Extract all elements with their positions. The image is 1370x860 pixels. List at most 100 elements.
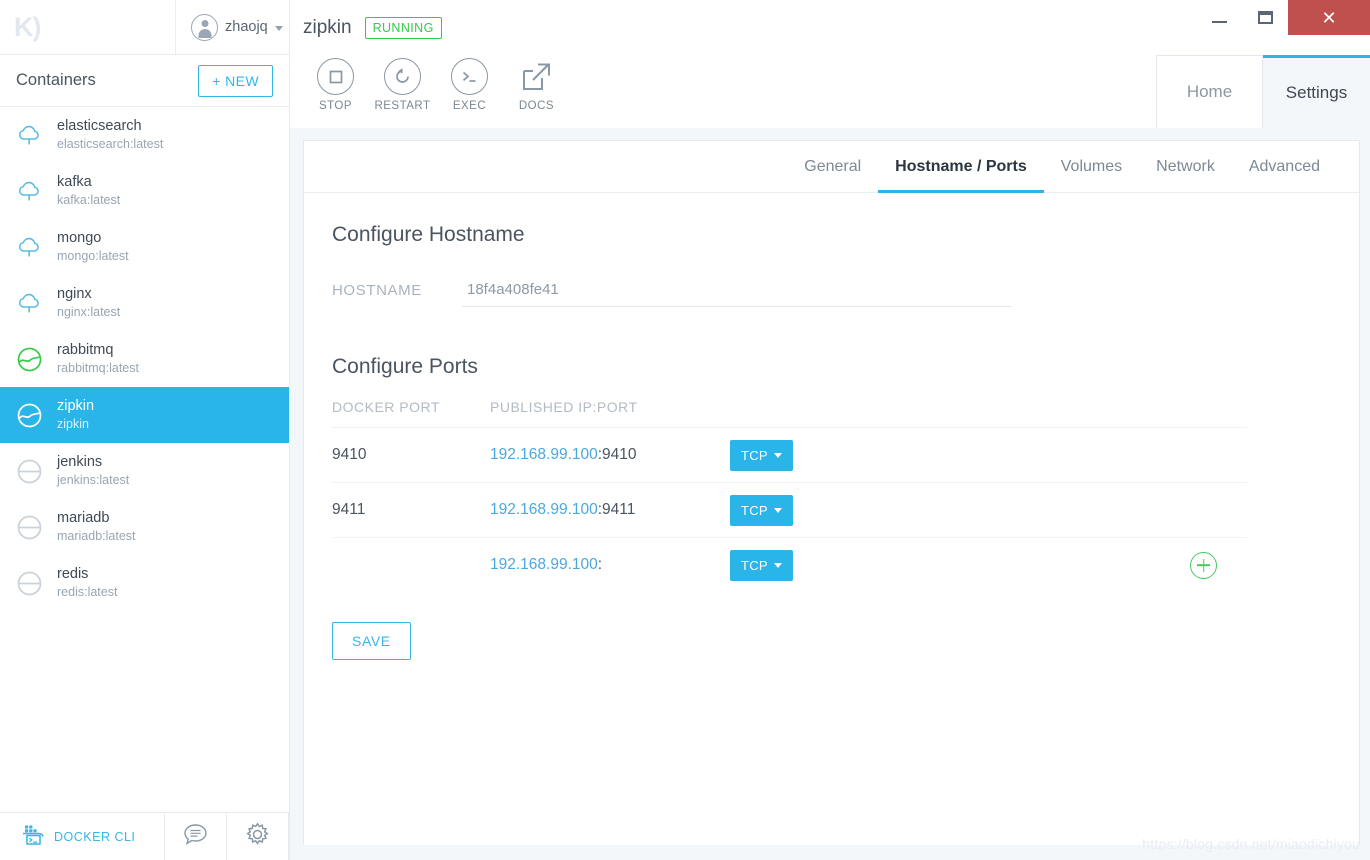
published-ip-port[interactable]: 192.168.99.100:: [490, 556, 730, 574]
cloud-download-icon: [15, 177, 44, 206]
container-item-redis[interactable]: redis redis:latest: [0, 555, 289, 611]
exec-label: EXEC: [452, 100, 487, 112]
settings-panel: General Hostname / Ports Volumes Network Adv…: [303, 140, 1360, 845]
container-running-icon: [15, 345, 44, 374]
container-name: rabbitmq: [57, 342, 114, 359]
minimize-button[interactable]: [1196, 0, 1242, 35]
docs-label: DOCS: [518, 100, 555, 112]
subtab-volumes[interactable]: Volumes: [1044, 141, 1139, 192]
published-ip-port[interactable]: 192.168.99.100:9411: [490, 501, 730, 519]
gear-icon: [245, 821, 270, 852]
protocol-label: TCP: [741, 447, 768, 463]
restart-arrow-icon: [384, 58, 421, 95]
restart-label: RESTART: [374, 100, 431, 112]
containers-header: Containers + NEW: [0, 55, 289, 107]
settings-subtabs: General Hostname / Ports Volumes Network Adv…: [304, 141, 1359, 193]
new-container-button[interactable]: + NEW: [198, 64, 273, 97]
protocol-dropdown[interactable]: TCP: [730, 494, 793, 526]
container-list: elasticsearch elasticsearch:latest kafka ka…: [0, 107, 289, 812]
cloud-download-icon: [15, 121, 44, 150]
published-ip: 192.168.99.100: [490, 556, 598, 573]
restart-button[interactable]: RESTART: [369, 55, 436, 112]
kitematic-window: K) zhaojq Containers + NEW elasticsearch…: [0, 0, 1370, 860]
cloud-download-icon: [15, 289, 44, 318]
container-image: redis:latest: [57, 585, 118, 600]
chevron-down-icon: [773, 562, 782, 568]
sidebar-header: K) zhaojq: [0, 0, 289, 55]
container-name: redis: [57, 566, 89, 583]
container-item-kafka[interactable]: kafka kafka:latest: [0, 163, 289, 219]
docker-cli-button[interactable]: DOCKER CLI: [0, 813, 165, 860]
subtab-general[interactable]: General: [787, 141, 878, 192]
port-row: 9411 192.168.99.100:9411 TCP: [332, 482, 1247, 537]
container-image: rabbitmq:latest: [57, 361, 139, 376]
kitematic-logo-icon: K): [14, 11, 41, 42]
docker-port-value[interactable]: 9410: [332, 446, 490, 464]
container-item-elasticsearch[interactable]: elasticsearch elasticsearch:latest: [0, 107, 289, 163]
page-title: zipkin: [303, 16, 352, 38]
settings-body: Configure Hostname HOSTNAME Configure Po…: [304, 193, 1359, 660]
subtab-network[interactable]: Network: [1139, 141, 1232, 192]
hostname-input[interactable]: [462, 281, 1012, 307]
container-stopped-icon: [15, 513, 44, 542]
docs-button[interactable]: DOCS: [503, 55, 570, 112]
feedback-button[interactable]: [165, 813, 227, 860]
maximize-icon: [1257, 11, 1273, 24]
close-icon: ✕: [1321, 7, 1337, 28]
hostname-section-title: Configure Hostname: [332, 223, 525, 246]
container-name: elasticsearch: [57, 118, 142, 135]
ports-table: DOCKER PORT PUBLISHED IP:PORT 9410 192.16…: [332, 399, 1247, 592]
published-ip: 192.168.99.100: [490, 446, 598, 463]
plus-circle-icon[interactable]: [1190, 551, 1217, 579]
container-image: mongo:latest: [57, 249, 129, 264]
container-item-nginx[interactable]: nginx nginx:latest: [0, 275, 289, 331]
sidebar-footer: DOCKER CLI: [0, 812, 289, 860]
docker-port-value[interactable]: 9411: [332, 501, 490, 519]
container-item-jenkins[interactable]: jenkins jenkins:latest: [0, 443, 289, 499]
chat-bubble-icon: [183, 823, 208, 851]
column-published-ip-port: PUBLISHED IP:PORT: [490, 399, 638, 415]
published-port: :9410: [597, 446, 637, 463]
user-menu[interactable]: zhaojq: [175, 0, 289, 55]
container-image: nginx:latest: [57, 305, 121, 320]
container-image: elasticsearch:latest: [57, 137, 164, 152]
top-tabs: Home Settings: [1156, 55, 1370, 128]
stop-button[interactable]: STOP: [302, 55, 369, 112]
container-image: jenkins:latest: [57, 473, 130, 488]
published-ip-port[interactable]: 192.168.99.100:9410: [490, 446, 730, 464]
container-item-mariadb[interactable]: mariadb mariadb:latest: [0, 499, 289, 555]
docker-cli-label: DOCKER CLI: [54, 829, 136, 844]
container-stopped-icon: [15, 569, 44, 598]
container-item-rabbitmq[interactable]: rabbitmq rabbitmq:latest: [0, 331, 289, 387]
ports-rows: 9410 192.168.99.100:9410 TCP 9411 192.168.99…: [332, 427, 1247, 592]
window-controls: ✕: [1196, 0, 1370, 35]
container-image: zipkin: [57, 417, 89, 432]
stop-label: STOP: [318, 100, 353, 112]
status-badge: RUNNING: [364, 16, 442, 39]
exec-button[interactable]: EXEC: [436, 55, 503, 112]
containers-title: Containers: [16, 71, 96, 89]
column-docker-port: DOCKER PORT: [332, 399, 440, 415]
tab-settings[interactable]: Settings: [1263, 55, 1370, 128]
protocol-label: TCP: [741, 557, 768, 573]
maximize-button[interactable]: [1242, 0, 1288, 35]
settings-button[interactable]: [227, 813, 289, 860]
tab-home[interactable]: Home: [1156, 55, 1263, 128]
ports-table-header: DOCKER PORT PUBLISHED IP:PORT: [332, 399, 1247, 427]
protocol-dropdown[interactable]: TCP: [730, 439, 793, 471]
protocol-dropdown[interactable]: TCP: [730, 549, 793, 581]
container-running-icon: [15, 401, 44, 430]
subtab-advanced[interactable]: Advanced: [1232, 141, 1337, 192]
container-item-mongo[interactable]: mongo mongo:latest: [0, 219, 289, 275]
published-port: :: [597, 556, 603, 573]
user-avatar-icon: [191, 13, 218, 41]
port-row: 9410 192.168.99.100:9410 TCP: [332, 427, 1247, 482]
container-image: mariadb:latest: [57, 529, 136, 544]
main-pane: zipkin RUNNING ✕ STOP RESTART EXEC DOCS …: [290, 0, 1370, 860]
ports-section-title: Configure Ports: [332, 355, 478, 378]
container-item-zipkin[interactable]: zipkin zipkin: [0, 387, 289, 443]
save-button[interactable]: SAVE: [332, 622, 411, 660]
close-button[interactable]: ✕: [1288, 0, 1370, 35]
subtab-hostname-ports[interactable]: Hostname / Ports: [878, 141, 1044, 193]
chevron-down-icon: [773, 507, 782, 513]
